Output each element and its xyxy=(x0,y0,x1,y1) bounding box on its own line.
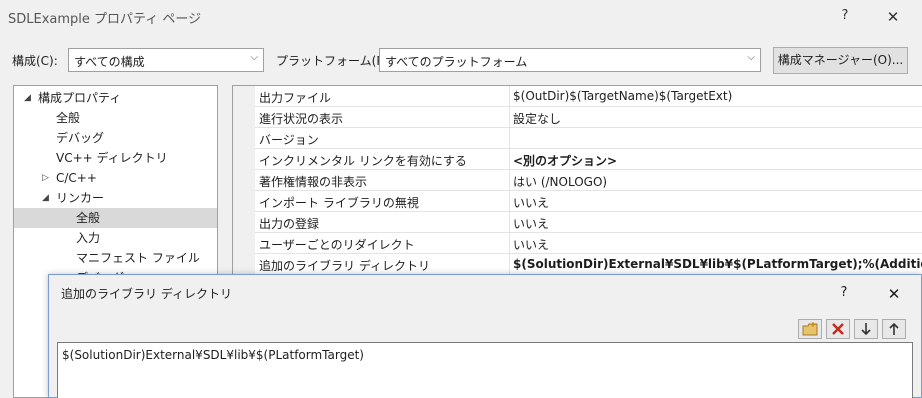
lib-dir-entry[interactable]: $(SolutionDir)External¥SDL¥lib¥$(PLatfor… xyxy=(62,348,364,362)
dialog-close-button[interactable]: ✕ xyxy=(883,283,905,305)
window-title: SDLExample プロパティ ページ xyxy=(8,12,202,27)
config-dropdown-value: すべての構成 xyxy=(74,55,145,69)
column-divider xyxy=(509,212,510,233)
collapse-icon[interactable]: ◢ xyxy=(42,188,49,208)
column-divider xyxy=(509,170,510,191)
expand-icon[interactable]: ▷ xyxy=(42,168,49,188)
property-value[interactable]: いいえ xyxy=(513,215,549,232)
platform-label: プラットフォーム(P): xyxy=(276,54,393,68)
property-name: 著作権情報の非表示 xyxy=(259,175,368,189)
property-name: 進行状況の表示 xyxy=(259,112,344,126)
move-up-icon[interactable] xyxy=(882,319,906,339)
column-divider xyxy=(509,107,510,128)
tree-item-linker-input[interactable]: 入力 xyxy=(14,228,217,248)
tree-item-cpp[interactable]: ▷ C/C++ xyxy=(14,168,217,188)
window-title-bar: SDLExample プロパティ ページ ? ✕ xyxy=(0,0,922,34)
new-folder-icon[interactable] xyxy=(798,319,822,339)
property-name: インポート ライブラリの無視 xyxy=(259,196,419,210)
platform-dropdown[interactable]: すべてのプラットフォーム ⌵ xyxy=(379,48,761,72)
tree-item-linker[interactable]: ◢ リンカー xyxy=(14,188,217,208)
grid-row-suppress-logo[interactable]: 著作権情報の非表示 はい (/NOLOGO) xyxy=(255,170,922,191)
column-divider xyxy=(509,86,510,107)
platform-dropdown-value: すべてのプラットフォーム xyxy=(385,55,528,69)
tree-item-label: 入力 xyxy=(76,231,101,245)
config-label: 構成(C): xyxy=(12,54,58,68)
collapse-icon[interactable]: ◢ xyxy=(24,88,31,108)
dialog-title: 追加のライブラリ ディレクトリ xyxy=(61,287,232,301)
property-name: インクリメンタル リンクを有効にする xyxy=(259,154,467,168)
grid-row-register-output[interactable]: 出力の登録 いいえ xyxy=(255,212,922,233)
grid-row-incremental-link[interactable]: インクリメンタル リンクを有効にする <別のオプション> xyxy=(255,149,922,170)
additional-lib-dirs-dialog: 追加のライブラリ ディレクトリ ? ✕ $(SolutionDir)Extern… xyxy=(48,274,922,398)
property-value[interactable]: $(SolutionDir)External¥SDL¥lib¥$(PLatfor… xyxy=(513,257,922,271)
property-value[interactable]: いいえ xyxy=(513,236,549,253)
dialog-help-button[interactable]: ? xyxy=(835,283,853,303)
tree-item-general[interactable]: 全般 xyxy=(14,108,217,128)
property-name: 追加のライブラリ ディレクトリ xyxy=(259,259,430,273)
grid-row-show-progress[interactable]: 進行状況の表示 設定なし xyxy=(255,107,922,128)
tree-item-config-properties[interactable]: ◢ 構成プロパティ xyxy=(14,88,217,108)
column-divider xyxy=(509,254,510,275)
tree-item-label: デバッグ xyxy=(56,131,105,145)
help-button[interactable]: ? xyxy=(835,6,855,26)
chevron-down-icon: ⌵ xyxy=(747,52,755,63)
property-name: バージョン xyxy=(259,133,319,147)
move-down-icon[interactable] xyxy=(854,319,878,339)
column-divider xyxy=(509,233,510,254)
property-value[interactable]: いいえ xyxy=(513,194,549,211)
config-manager-button[interactable]: 構成マネージャー(O)... xyxy=(773,47,908,74)
config-dropdown[interactable]: すべての構成 ⌵ xyxy=(68,48,264,72)
column-divider xyxy=(509,191,510,212)
tree-item-vc-directories[interactable]: VC++ ディレクトリ xyxy=(14,148,217,168)
grid-row-version[interactable]: バージョン xyxy=(255,128,922,149)
property-value[interactable]: はい (/NOLOGO) xyxy=(513,173,607,190)
property-value[interactable]: 設定なし xyxy=(513,110,561,127)
tree-item-label: VC++ ディレクトリ xyxy=(56,151,168,165)
tree-item-label: 全般 xyxy=(56,111,81,125)
property-name: ユーザーごとのリダイレクト xyxy=(259,238,415,252)
grid-row-additional-lib-dirs[interactable]: 追加のライブラリ ディレクトリ $(SolutionDir)External¥S… xyxy=(255,254,922,275)
property-name: 出力ファイル xyxy=(259,91,332,105)
close-button[interactable]: ✕ xyxy=(882,6,904,28)
tree-item-linker-manifest[interactable]: マニフェスト ファイル xyxy=(14,248,217,268)
tree-item-label: 構成プロパティ xyxy=(38,91,122,105)
column-divider xyxy=(509,128,510,149)
tree-item-debug[interactable]: デバッグ xyxy=(14,128,217,148)
tree-item-label: リンカー xyxy=(56,191,105,205)
grid-row-ignore-import-lib[interactable]: インポート ライブラリの無視 いいえ xyxy=(255,191,922,212)
chevron-down-icon: ⌵ xyxy=(250,52,258,63)
grid-row-output-file[interactable]: 出力ファイル $(OutDir)$(TargetName)$(TargetExt… xyxy=(255,86,922,107)
property-value[interactable]: $(OutDir)$(TargetName)$(TargetExt) xyxy=(513,89,732,103)
lib-dirs-list[interactable]: $(SolutionDir)External¥SDL¥lib¥$(PLatfor… xyxy=(57,342,913,398)
property-value[interactable]: <別のオプション> xyxy=(513,152,617,169)
tree-item-label: 全般 xyxy=(76,211,101,225)
tree-item-label: C/C++ xyxy=(56,171,97,185)
delete-icon[interactable] xyxy=(826,319,850,339)
tree-item-label: マニフェスト ファイル xyxy=(76,251,200,265)
tree-item-linker-general[interactable]: 全般 xyxy=(14,208,217,228)
grid-row-per-user-redirect[interactable]: ユーザーごとのリダイレクト いいえ xyxy=(255,233,922,254)
property-name: 出力の登録 xyxy=(259,217,320,231)
column-divider xyxy=(509,149,510,170)
